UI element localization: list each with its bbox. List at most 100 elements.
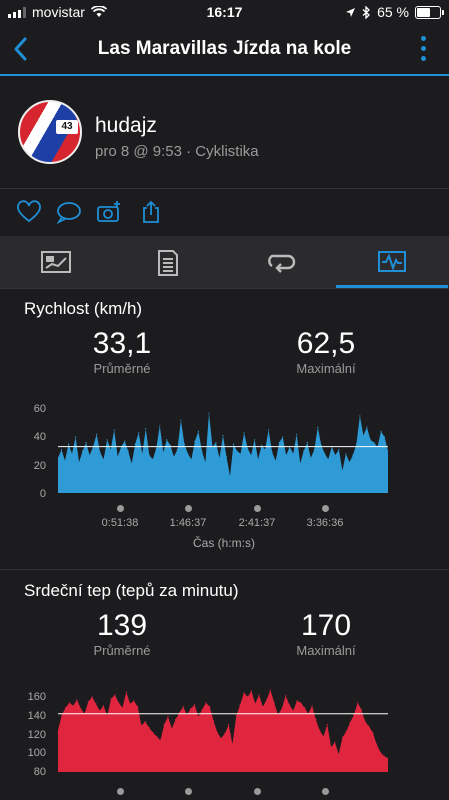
battery-fill (417, 7, 430, 17)
heart-data-point (68, 702, 70, 704)
heart-data-point (368, 725, 370, 728)
heart-data-point (334, 741, 336, 743)
speed-data-point (327, 458, 329, 460)
heart-data-point (87, 701, 89, 703)
tab-bar (0, 236, 449, 289)
laps-icon (268, 254, 296, 273)
heart-data-point (137, 706, 139, 708)
speed-max-value: 62,5 (296, 327, 356, 360)
heart-data-point (133, 700, 135, 702)
speed-data-point (155, 447, 157, 449)
speed-data-point (124, 440, 126, 442)
speed-data-point (264, 449, 266, 451)
back-chevron-icon[interactable] (8, 34, 34, 64)
speed-data-point (338, 449, 340, 451)
speed-data-point (96, 433, 98, 435)
heart-data-point (224, 732, 226, 735)
page-title: Las Maravillas Jízda na kole (97, 38, 352, 59)
heart-data-point (201, 709, 203, 711)
battery-percent: 65 % (377, 4, 409, 20)
speed-data-point (162, 451, 164, 453)
heart-data-point (300, 702, 302, 704)
speed-data-point (236, 450, 238, 452)
speed-data-point (127, 450, 129, 452)
bluetooth-icon (362, 5, 371, 19)
heart-data-point (186, 714, 188, 716)
speed-data-point (303, 450, 305, 452)
tab-charts[interactable] (336, 236, 448, 288)
user-name[interactable]: hudajz (95, 114, 157, 138)
speed-data-point (138, 432, 140, 434)
heart-data-point (360, 709, 363, 711)
heart-average-value: 139 (96, 609, 148, 642)
heart-max: 170 Maximální (226, 609, 426, 658)
heart-data-point (326, 723, 328, 726)
heart-data-point (209, 706, 211, 708)
speed-data-point (366, 426, 368, 428)
heart-data-point (254, 703, 256, 705)
speed-data-point (232, 443, 235, 445)
heart-data-point (349, 721, 351, 724)
speed-ytick: 0 (39, 488, 46, 500)
heart-data-point (250, 690, 253, 692)
heart-ytick: 160 (27, 691, 46, 703)
avatar-race-number: 43 (56, 120, 78, 134)
heart-data-point (174, 719, 177, 721)
heart-data-point (372, 731, 374, 734)
battery-icon (415, 5, 444, 19)
speed-data-point (222, 435, 224, 437)
heart-data-point (216, 731, 218, 734)
heart-icon[interactable] (16, 200, 42, 224)
speed-data-point (373, 442, 375, 444)
comment-icon[interactable] (56, 200, 82, 224)
heart-ytick: 80 (33, 766, 46, 778)
avatar[interactable]: 43 (18, 100, 82, 164)
heart-data-point (95, 703, 97, 705)
speed-data-point (187, 453, 189, 455)
heart-xtick-dot (254, 788, 261, 795)
tab-details[interactable] (112, 236, 224, 288)
heart-area-series (58, 690, 388, 772)
add-photo-icon[interactable] (96, 200, 122, 224)
speed-chart[interactable] (58, 405, 388, 495)
speed-data-point (194, 440, 196, 442)
section-divider (0, 569, 449, 570)
heart-data-point (110, 698, 112, 700)
details-icon (158, 250, 178, 276)
speed-xtick-dot (117, 505, 124, 512)
heart-data-point (357, 702, 359, 704)
speed-data-point (313, 449, 315, 451)
speed-data-point (88, 454, 91, 456)
speed-data-point (152, 458, 154, 460)
speed-data-point (296, 433, 298, 435)
speed-data-point (341, 470, 343, 472)
heart-data-point (125, 691, 127, 693)
speed-xtick-label: 3:36:36 (306, 517, 344, 529)
speed-xtick-dot (322, 505, 329, 512)
heart-data-point (148, 726, 150, 729)
speed-xtick-dot (254, 505, 261, 512)
speed-data-point (310, 457, 312, 459)
heart-data-point (258, 694, 260, 696)
tab-overview[interactable] (0, 236, 112, 288)
heart-ytick: 120 (27, 729, 46, 741)
heart-data-point (76, 699, 78, 701)
speed-x-axis-title: Čas (h:m:s) (192, 536, 255, 550)
share-icon[interactable] (138, 200, 164, 224)
heart-data-point (61, 714, 63, 716)
speed-ytick: 60 (33, 403, 46, 415)
speed-data-point (229, 475, 231, 477)
heart-chart[interactable] (58, 684, 388, 774)
status-bar: movistar 16:17 65 % (0, 0, 449, 24)
heart-data-point (197, 716, 199, 718)
more-vertical-icon[interactable] (419, 36, 427, 64)
heart-data-point (303, 707, 306, 709)
heart-data-point (144, 721, 146, 723)
speed-data-point (204, 461, 207, 463)
speed-area-series (58, 413, 388, 493)
heart-data-point (140, 724, 143, 727)
heart-data-point (231, 743, 234, 745)
heart-data-point (243, 692, 245, 694)
speed-data-point (250, 454, 252, 456)
tab-laps[interactable] (224, 236, 336, 288)
